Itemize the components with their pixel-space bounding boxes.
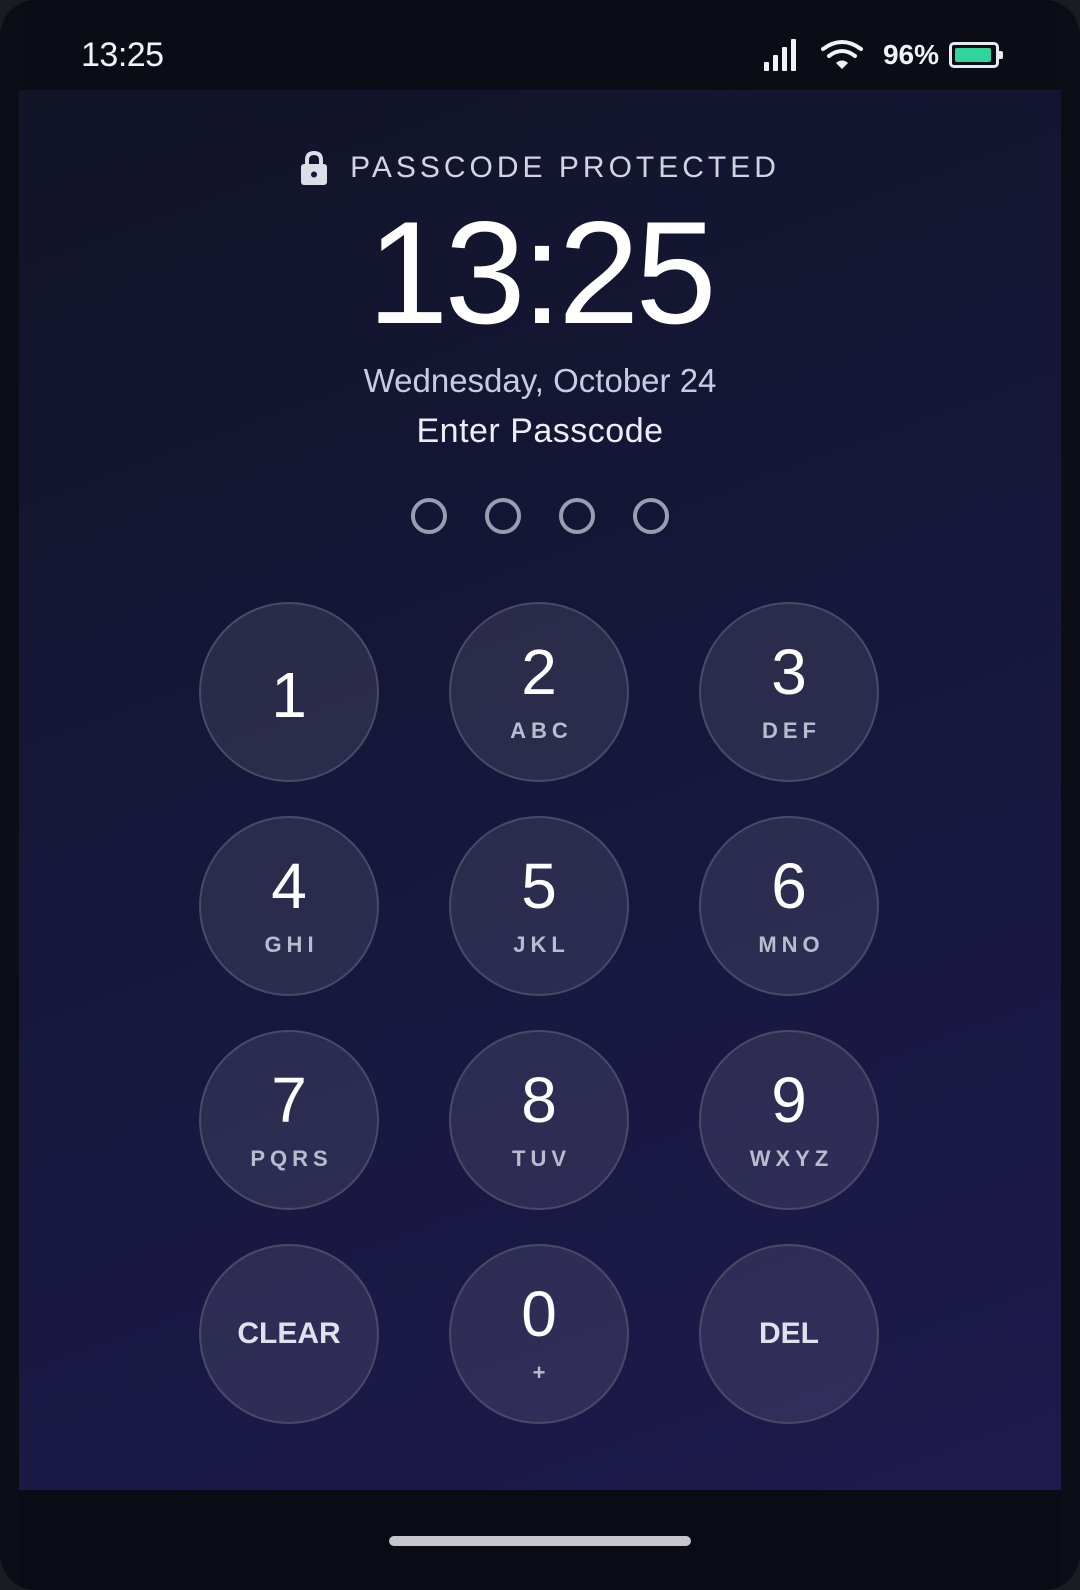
lock-clock: 13:25 xyxy=(367,191,716,354)
key-digit: 8 xyxy=(521,1064,557,1136)
keypad-key-7[interactable]: 7 PQRS xyxy=(199,1030,379,1210)
key-digit: 3 xyxy=(771,636,807,708)
status-icons: 96% xyxy=(763,36,1003,74)
key-digit: 1 xyxy=(271,659,307,731)
phone-device: 13:25 96% PASSCODE PROTECTED 13:25 Wedne… xyxy=(0,0,1080,1590)
key-letters: MNO xyxy=(758,932,825,957)
delete-button[interactable]: DEL xyxy=(699,1244,879,1424)
lock-screen: PASSCODE PROTECTED 13:25 Wednesday, Octo… xyxy=(19,90,1061,1490)
keypad-key-2[interactable]: 2 ABC xyxy=(449,602,629,782)
key-digit: 5 xyxy=(521,850,557,922)
keypad-key-5[interactable]: 5 JKL xyxy=(449,816,629,996)
keypad-key-1[interactable]: 1 xyxy=(199,602,379,782)
key-letters: ABC xyxy=(510,718,573,743)
key-letters: GHI xyxy=(264,932,319,957)
key-letters: WXYZ xyxy=(749,1146,834,1171)
key-letters: PQRS xyxy=(250,1146,333,1171)
battery-percentage: 96% xyxy=(882,39,939,70)
key-digit: 6 xyxy=(771,850,807,922)
key-digit: 9 xyxy=(771,1064,807,1136)
clear-button[interactable]: CLEAR xyxy=(199,1244,379,1424)
key-digit: 2 xyxy=(521,636,557,708)
home-indicator[interactable] xyxy=(389,1536,691,1546)
passcode-dot xyxy=(633,498,669,534)
key-letters: JKL xyxy=(513,932,570,957)
screen: 13:25 96% PASSCODE PROTECTED 13:25 Wedne… xyxy=(19,0,1061,1590)
key-letters: TUV xyxy=(512,1146,571,1171)
lock-date: Wednesday, October 24 xyxy=(363,362,717,399)
key-digit: 7 xyxy=(271,1064,307,1136)
key-digit: 4 xyxy=(271,850,307,922)
key-letters: + xyxy=(532,1360,551,1385)
lock-icon xyxy=(301,150,328,185)
battery-icon xyxy=(949,42,1003,68)
keypad-key-4[interactable]: 4 GHI xyxy=(199,816,379,996)
passcode-dot xyxy=(411,498,447,534)
keypad-key-8[interactable]: 8 TUV xyxy=(449,1030,629,1210)
passcode-protected-header: PASSCODE PROTECTED xyxy=(19,150,1061,186)
status-bar: 13:25 96% xyxy=(19,0,1061,90)
enter-passcode-prompt: Enter Passcode xyxy=(416,412,664,450)
passcode-dot xyxy=(559,498,595,534)
wifi-icon xyxy=(820,40,863,69)
keypad-key-0[interactable]: 0 + xyxy=(449,1244,629,1424)
keypad-key-3[interactable]: 3 DEF xyxy=(699,602,879,782)
keypad-key-6[interactable]: 6 MNO xyxy=(699,816,879,996)
keypad: 1 2 ABC 3 DEF 4 GHI 5 JKL 6 MNO 7 PQRS 8 TUV 9 WXYZ CLEAR… xyxy=(199,602,879,1424)
key-letters: DEF xyxy=(762,718,821,743)
key-digit: 0 xyxy=(521,1278,557,1350)
passcode-dots xyxy=(19,498,1061,534)
battery-fill xyxy=(955,48,991,62)
keypad-key-9[interactable]: 9 WXYZ xyxy=(699,1030,879,1210)
status-time: 13:25 xyxy=(81,36,164,74)
passcode-protected-label: PASSCODE PROTECTED xyxy=(350,151,780,184)
bottom-bar xyxy=(19,1490,1061,1590)
delete-button-label: DEL xyxy=(759,1317,819,1350)
signal-icon xyxy=(763,39,796,71)
clear-button-label: CLEAR xyxy=(237,1317,341,1350)
passcode-dot xyxy=(485,498,521,534)
